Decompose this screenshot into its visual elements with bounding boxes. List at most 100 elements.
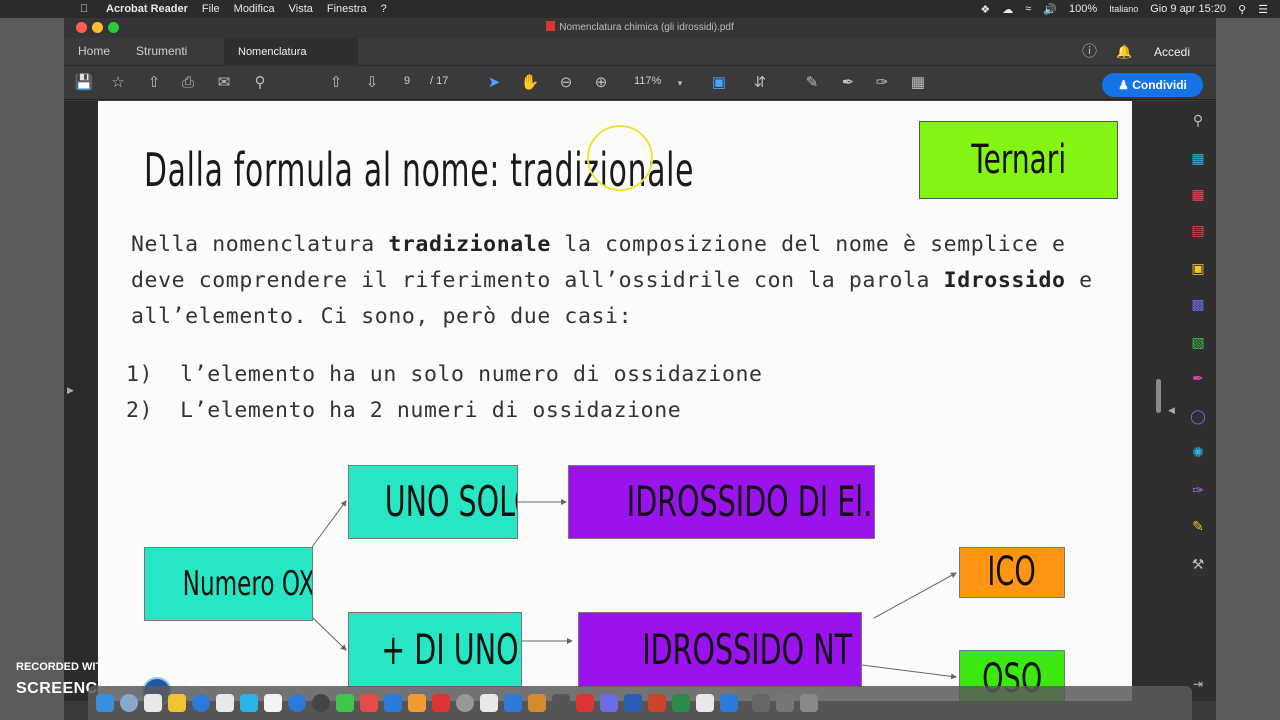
menu-app[interactable]: Acrobat Reader <box>106 3 188 15</box>
word-icon[interactable] <box>624 694 642 712</box>
dropbox-icon[interactable]: ❖ <box>980 3 990 16</box>
documents-stack-icon[interactable] <box>776 694 794 712</box>
expand-left-panel-icon[interactable]: ▶ <box>67 385 74 396</box>
zoom-out-icon[interactable]: ⊖ <box>556 73 576 93</box>
zoom-search-tool-icon[interactable]: ⚲ <box>1189 111 1207 129</box>
books-icon[interactable] <box>408 694 426 712</box>
clock[interactable]: Gio 9 apr 15:20 <box>1150 3 1226 15</box>
macos-dock <box>88 686 1192 720</box>
left-panel-strip: ▶ <box>64 101 98 701</box>
music-icon[interactable] <box>360 694 378 712</box>
launchpad-icon[interactable] <box>120 694 138 712</box>
signature-icon[interactable]: ✑ <box>872 73 892 93</box>
sky-go-icon[interactable] <box>720 694 738 712</box>
system-preferences-icon[interactable] <box>456 694 474 712</box>
zoom-in-icon[interactable]: ⊕ <box>591 73 611 93</box>
page-current-input[interactable]: 9 <box>404 75 410 87</box>
export-pdf-icon[interactable]: ▦ <box>1189 185 1207 203</box>
scripts-icon[interactable] <box>696 694 714 712</box>
menu-list-icon[interactable]: ☰ <box>1258 3 1268 16</box>
diagram-one-box: UNO SOLO <box>348 465 518 539</box>
edit-pen-icon[interactable]: ✑ <box>1189 481 1207 499</box>
trash-icon[interactable] <box>800 694 818 712</box>
zoom-search-icon[interactable]: ⚲ <box>250 73 270 93</box>
send-review-icon[interactable]: ✺ <box>1189 443 1207 461</box>
hand-tool-icon[interactable]: ✋ <box>520 73 540 93</box>
menu-modifica[interactable]: Modifica <box>234 3 275 15</box>
protect-shield-icon[interactable]: ◯ <box>1189 407 1207 425</box>
safari-icon[interactable] <box>192 694 210 712</box>
reminders-icon[interactable] <box>264 694 282 712</box>
zoom-dropdown-icon[interactable]: ▾ <box>674 73 686 93</box>
keynote-icon[interactable] <box>504 694 522 712</box>
scroll-mode-icon[interactable]: ⇵ <box>750 73 770 93</box>
compress-pdf-icon[interactable]: ▧ <box>1189 333 1207 351</box>
menu-file[interactable]: File <box>202 3 220 15</box>
next-page-icon[interactable]: ⇩ <box>362 73 382 93</box>
archive-icon[interactable] <box>528 694 546 712</box>
diagram-root-box: Numero OX El <box>144 547 313 621</box>
organize-pages-icon[interactable]: ▤ <box>1189 221 1207 239</box>
tab-home[interactable]: Home <box>78 38 110 66</box>
powerpoint-icon[interactable] <box>648 694 666 712</box>
mail-icon[interactable]: ✉ <box>214 73 234 93</box>
print-icon[interactable]: ⎙ <box>178 73 198 93</box>
upload-cloud-icon[interactable]: ⇧ <box>144 73 164 93</box>
toolbar: 💾 ☆ ⇧ ⎙ ✉ ⚲ ⇧ ⇩ 9 / 17 ➤ ✋ ⊖ ⊕ 117% ▾ ▣ … <box>64 66 1216 100</box>
cloud-icon[interactable]: ☁ <box>1002 3 1013 16</box>
document-viewport[interactable]: ▶ Dalla formula al nome: tradizionale Te… <box>64 101 1180 701</box>
menu-help[interactable]: ? <box>381 3 387 15</box>
menu-finestra[interactable]: Finestra <box>327 3 367 15</box>
save-icon[interactable]: 💾 <box>74 73 94 93</box>
help-icon[interactable]: ⓘ <box>1082 38 1097 66</box>
fit-page-icon[interactable]: ▣ <box>706 73 732 93</box>
tab-tools[interactable]: Strumenti <box>136 38 187 66</box>
facetime-icon[interactable] <box>336 694 354 712</box>
zoom-level[interactable]: 117% <box>634 75 661 87</box>
bell-icon[interactable]: 🔔 <box>1116 38 1132 66</box>
excel-icon[interactable] <box>672 694 690 712</box>
finder-icon[interactable] <box>96 694 114 712</box>
collapse-right-panel-icon[interactable]: ◀ <box>1168 405 1175 416</box>
combine-files-icon[interactable]: ▩ <box>1189 295 1207 313</box>
pdf-page: Dalla formula al nome: tradizionale Tern… <box>98 101 1132 701</box>
textedit-icon[interactable] <box>480 694 498 712</box>
highlight-pen-icon[interactable]: ✒ <box>838 73 858 93</box>
downloads-stack-icon[interactable] <box>752 694 770 712</box>
language-label[interactable]: Italiano <box>1109 4 1138 14</box>
sign-in-button[interactable]: Accedi <box>1154 38 1190 66</box>
battery-label[interactable]: 100% <box>1069 3 1097 15</box>
spotlight-icon[interactable]: ⚲ <box>1238 3 1246 16</box>
skype-icon[interactable] <box>240 694 258 712</box>
comment-icon[interactable]: ✎ <box>802 73 822 93</box>
arrow-result-to-ico <box>873 572 957 619</box>
teams-icon[interactable] <box>600 694 618 712</box>
create-pdf-icon[interactable]: ▦ <box>1189 149 1207 167</box>
screenshot-icon[interactable] <box>552 694 570 712</box>
arrow-root-to-many <box>311 616 347 651</box>
tab-document[interactable]: Nomenclatura chi...× <box>224 38 358 85</box>
share-button[interactable]: ♟ Condividi <box>1102 73 1203 97</box>
fill-sign-icon[interactable]: ✒ <box>1189 369 1207 387</box>
calendar-icon[interactable] <box>216 694 234 712</box>
select-cursor-icon[interactable]: ➤ <box>484 73 504 93</box>
autocad-icon[interactable] <box>576 694 594 712</box>
previous-page-icon[interactable]: ⇧ <box>326 73 346 93</box>
menu-vista[interactable]: Vista <box>289 3 313 15</box>
app-store-icon[interactable] <box>384 694 402 712</box>
more-tools-icon[interactable]: ⚒ <box>1189 555 1207 573</box>
volume-icon[interactable]: 🔊 <box>1043 3 1057 16</box>
acrobat-icon[interactable] <box>432 694 450 712</box>
mail-app-icon[interactable] <box>288 694 306 712</box>
notes-icon[interactable] <box>168 694 186 712</box>
diagram-many-box: + DI UNO <box>348 612 522 687</box>
request-signature-icon[interactable]: ✎ <box>1189 517 1207 535</box>
star-icon[interactable]: ☆ <box>108 73 128 93</box>
wifi-icon[interactable]: ≈ <box>1025 3 1031 15</box>
photos-icon[interactable] <box>312 694 330 712</box>
stamp-icon[interactable]: ▦ <box>908 73 928 93</box>
vertical-scrollbar[interactable] <box>1156 379 1161 413</box>
comment-tool-icon[interactable]: ▣ <box>1189 259 1207 277</box>
apple-icon[interactable]:  <box>80 3 94 15</box>
preview-icon[interactable] <box>144 694 162 712</box>
